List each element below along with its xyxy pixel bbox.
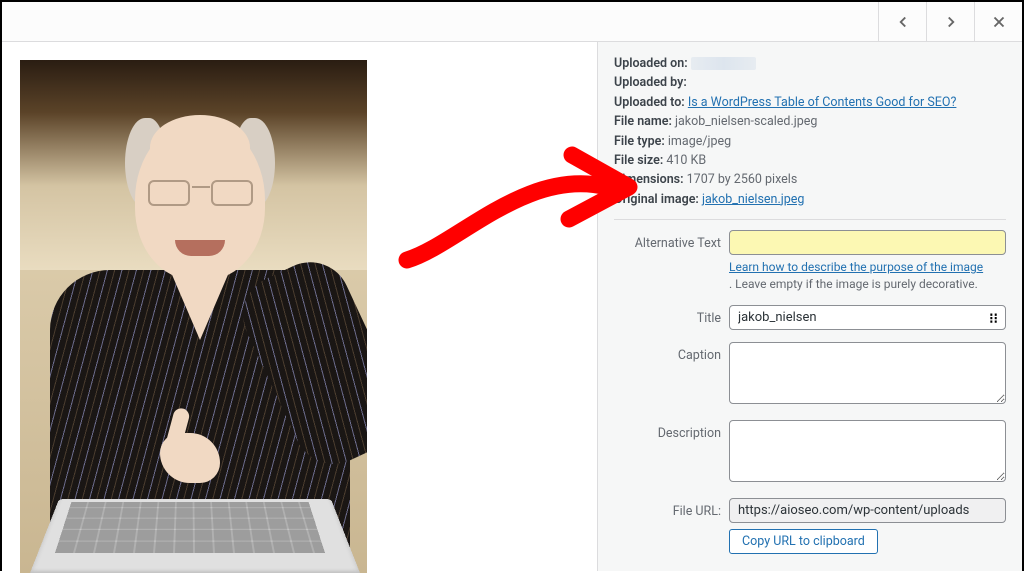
description-label: Description <box>614 420 729 441</box>
uploaded-to-link[interactable]: Is a WordPress Table of Contents Good fo… <box>688 95 957 110</box>
copy-url-button[interactable]: Copy URL to clipboard <box>729 529 878 554</box>
attachment-details-modal: Uploaded on: Uploaded by: Uploaded to: I… <box>0 0 1024 571</box>
file-url-input[interactable] <box>729 498 1006 523</box>
alt-text-help-link[interactable]: Learn how to describe the purpose of the… <box>729 260 983 274</box>
alt-text-input[interactable] <box>729 230 1006 255</box>
meta-uploaded-to: Uploaded to: Is a WordPress Table of Con… <box>614 93 1006 112</box>
meta-uploaded-by: Uploaded by: <box>614 73 1006 92</box>
title-label: Title <box>614 305 729 326</box>
attachment-details-sidebar: Uploaded on: Uploaded by: Uploaded to: I… <box>597 42 1022 571</box>
meta-dimensions: Dimensions: 1707 by 2560 pixels <box>614 170 1006 189</box>
caption-label: Caption <box>614 342 729 363</box>
caption-input[interactable] <box>729 342 1006 404</box>
chevron-right-icon <box>942 13 960 31</box>
file-url-label: File URL: <box>614 498 729 519</box>
attachment-fields: Alternative Text Learn how to describe t… <box>614 226 1006 554</box>
modal-content: Uploaded on: Uploaded by: Uploaded to: I… <box>2 42 1022 571</box>
close-button[interactable] <box>974 2 1022 42</box>
close-icon <box>990 13 1008 31</box>
next-button[interactable] <box>926 2 974 42</box>
redacted-date <box>691 57 756 70</box>
meta-file-size: File size: 410 KB <box>614 151 1006 170</box>
alt-text-help: Learn how to describe the purpose of the… <box>729 259 1006 293</box>
meta-file-type: File type: image/jpeg <box>614 132 1006 151</box>
title-action-icon[interactable]: ⁝⁝ <box>989 311 998 327</box>
original-image-link[interactable]: jakob_nielsen.jpeg <box>702 192 804 207</box>
file-meta: Uploaded on: Uploaded by: Uploaded to: I… <box>614 54 1006 220</box>
caption-row: Caption <box>614 342 1006 408</box>
meta-file-name: File name: jakob_nielsen-scaled.jpeg <box>614 112 1006 131</box>
prev-button[interactable] <box>878 2 926 42</box>
media-preview-pane <box>2 42 597 571</box>
chevron-left-icon <box>894 13 912 31</box>
title-row: Title ⁝⁝ <box>614 305 1006 330</box>
meta-original-image: Original image: jakob_nielsen.jpeg <box>614 190 1006 209</box>
file-url-row: File URL: Copy URL to clipboard <box>614 498 1006 554</box>
description-input[interactable] <box>729 420 1006 482</box>
alt-text-label: Alternative Text <box>614 230 729 251</box>
description-row: Description <box>614 420 1006 486</box>
attachment-image <box>20 60 367 573</box>
meta-uploaded-on: Uploaded on: <box>614 54 1006 73</box>
title-input[interactable] <box>729 305 1006 330</box>
alt-text-row: Alternative Text Learn how to describe t… <box>614 230 1006 293</box>
modal-header <box>2 2 1022 42</box>
